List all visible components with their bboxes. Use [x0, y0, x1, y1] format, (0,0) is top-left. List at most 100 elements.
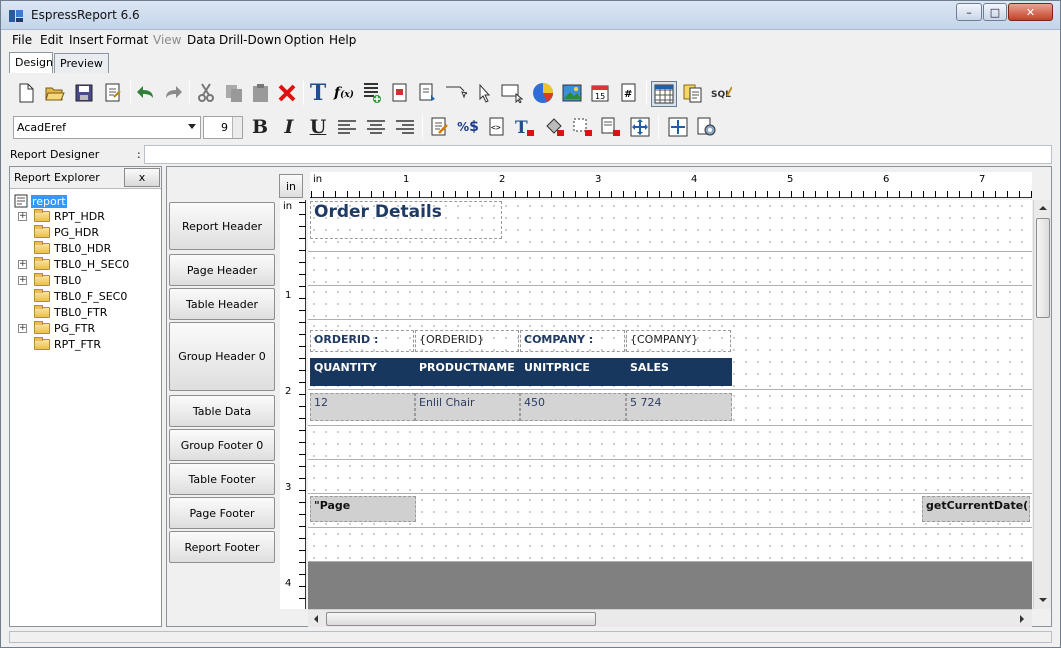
menu-option[interactable]: Option [284, 33, 324, 47]
tree-expand-icon[interactable]: + [18, 260, 27, 269]
font-family-select[interactable]: AcadEref [13, 116, 201, 139]
section-group-footer-button[interactable]: Group Footer 0 [169, 429, 275, 461]
column-header-sales[interactable]: SALES [626, 358, 732, 386]
section-page-footer-button[interactable]: Page Footer [169, 497, 275, 529]
align-center-icon[interactable] [365, 116, 387, 138]
cut-icon[interactable] [195, 82, 217, 104]
insert-rectangle-icon[interactable] [501, 82, 523, 104]
delete-icon[interactable] [276, 82, 298, 104]
new-icon[interactable] [15, 82, 37, 104]
scroll-right-icon[interactable] [1014, 610, 1030, 628]
minimize-button[interactable]: – [956, 3, 982, 21]
tab-preview[interactable]: Preview [54, 53, 109, 73]
menu-insert[interactable]: Insert [69, 33, 103, 47]
vertical-scroll-thumb[interactable] [1036, 218, 1050, 318]
tree-node-tbl0-ftr[interactable]: TBL0_FTR [34, 304, 107, 320]
font-size-stepper[interactable]: 9 [203, 116, 243, 139]
tree-node-tbl0-f-sec0[interactable]: TBL0_F_SEC0 [34, 288, 127, 304]
insert-date-icon[interactable]: 15 [589, 82, 611, 104]
italic-icon[interactable]: I [278, 116, 300, 138]
tab-design[interactable]: Design [9, 52, 53, 73]
menu-drill-down[interactable]: Drill-Down [219, 33, 282, 47]
tree-expand-icon[interactable]: + [18, 324, 27, 333]
tree-node-tbl0[interactable]: TBL0 [34, 272, 81, 288]
orderid-label[interactable]: ORDERID : [310, 330, 414, 352]
insert-image-icon[interactable] [561, 82, 583, 104]
tree-node-rpt-hdr[interactable]: RPT_HDR [34, 208, 105, 224]
report-explorer-close-button[interactable]: x [124, 168, 160, 187]
move-resize-icon[interactable] [629, 116, 651, 138]
tree-node-pg-hdr[interactable]: PG_HDR [34, 224, 99, 240]
menu-help[interactable]: Help [329, 33, 356, 47]
column-header-productname[interactable]: PRODUCTNAME [415, 358, 520, 386]
horizontal-scroll-thumb[interactable] [326, 612, 596, 626]
data-field-unitprice[interactable]: 450 [520, 393, 626, 421]
sql-query-icon[interactable]: SQL [710, 82, 732, 104]
band-page-header[interactable] [308, 252, 1032, 286]
scroll-left-icon[interactable] [308, 610, 324, 628]
number-format-icon[interactable]: %$ [457, 116, 479, 138]
insert-subreport-icon[interactable] [389, 82, 411, 104]
background-color-icon[interactable] [600, 116, 622, 138]
insert-formula-icon[interactable]: f(x) [333, 82, 355, 104]
menu-file[interactable]: File [12, 33, 32, 47]
undo-icon[interactable] [135, 82, 157, 104]
fill-color-icon[interactable] [544, 116, 566, 138]
data-field-sales[interactable]: 5 724 [626, 393, 732, 421]
ruler-unit-button[interactable]: in [279, 174, 303, 198]
orderid-value-field[interactable]: {ORDERID} [415, 330, 519, 352]
page-number-field[interactable]: "Page [310, 496, 416, 522]
align-right-icon[interactable] [394, 116, 416, 138]
report-canvas[interactable]: Order Details ORDERID : {ORDERID} COMPAN… [308, 200, 1032, 609]
insert-column-icon[interactable] [361, 82, 383, 104]
tree-node-tbl0-h-sec0[interactable]: TBL0_H_SEC0 [34, 256, 129, 272]
spinner-arrows-icon[interactable] [232, 117, 242, 138]
column-header-quantity[interactable]: QUANTITY [310, 358, 415, 386]
report-title-field[interactable]: Order Details [310, 201, 502, 239]
section-table-footer-button[interactable]: Table Footer [169, 463, 275, 495]
menu-view[interactable]: View [153, 33, 181, 47]
data-source-icon[interactable] [682, 82, 704, 104]
insert-line-icon[interactable] [445, 82, 467, 104]
current-date-field[interactable]: getCurrentDate() [922, 496, 1030, 522]
tree-node-report[interactable]: report [14, 193, 67, 209]
underline-icon[interactable]: U [307, 116, 329, 138]
scroll-up-icon[interactable] [1034, 200, 1052, 216]
menu-format[interactable]: Format [106, 33, 148, 47]
insert-label-icon[interactable]: T [307, 80, 329, 106]
menu-edit[interactable]: Edit [40, 33, 63, 47]
redo-icon[interactable] [162, 82, 184, 104]
band-report-header[interactable]: Order Details [308, 200, 1032, 252]
paste-icon[interactable] [250, 82, 272, 104]
copy-icon[interactable] [223, 82, 245, 104]
text-properties-icon[interactable] [429, 116, 451, 138]
maximize-button[interactable]: □ [983, 3, 1007, 21]
tree-node-rpt-ftr[interactable]: RPT_FTR [34, 336, 101, 352]
menu-data[interactable]: Data [187, 33, 216, 47]
section-table-header-button[interactable]: Table Header [169, 288, 275, 320]
html-tag-icon[interactable]: <> [486, 116, 508, 138]
grid-toggle-icon[interactable] [651, 81, 677, 107]
border-color-icon[interactable] [572, 116, 594, 138]
scroll-down-icon[interactable] [1034, 592, 1052, 608]
close-button[interactable]: ✕ [1008, 3, 1053, 21]
report-settings-icon[interactable] [696, 116, 718, 138]
save-icon[interactable] [73, 82, 95, 104]
company-value-field[interactable]: {COMPANY} [626, 330, 731, 352]
band-report-footer[interactable] [308, 528, 1032, 562]
band-group-footer[interactable] [308, 426, 1032, 460]
band-group-header[interactable]: ORDERID : {ORDERID} COMPANY : {COMPANY} … [308, 320, 1032, 390]
band-table-footer[interactable] [308, 460, 1032, 494]
data-field-quantity[interactable]: 12 [310, 393, 415, 421]
section-report-footer-button[interactable]: Report Footer [169, 531, 275, 563]
company-label[interactable]: COMPANY : [520, 330, 625, 352]
tree-node-tbl0-hdr[interactable]: TBL0_HDR [34, 240, 111, 256]
band-table-header[interactable] [308, 286, 1032, 320]
band-page-footer[interactable]: "Page getCurrentDate() [308, 494, 1032, 528]
horizontal-scrollbar[interactable] [308, 609, 1032, 627]
section-table-data-button[interactable]: Table Data [169, 395, 275, 427]
vertical-scrollbar[interactable] [1033, 200, 1051, 609]
data-field-productname[interactable]: Enlil Chair [415, 393, 520, 421]
insert-document-icon[interactable] [417, 82, 439, 104]
bold-icon[interactable]: B [249, 116, 271, 138]
